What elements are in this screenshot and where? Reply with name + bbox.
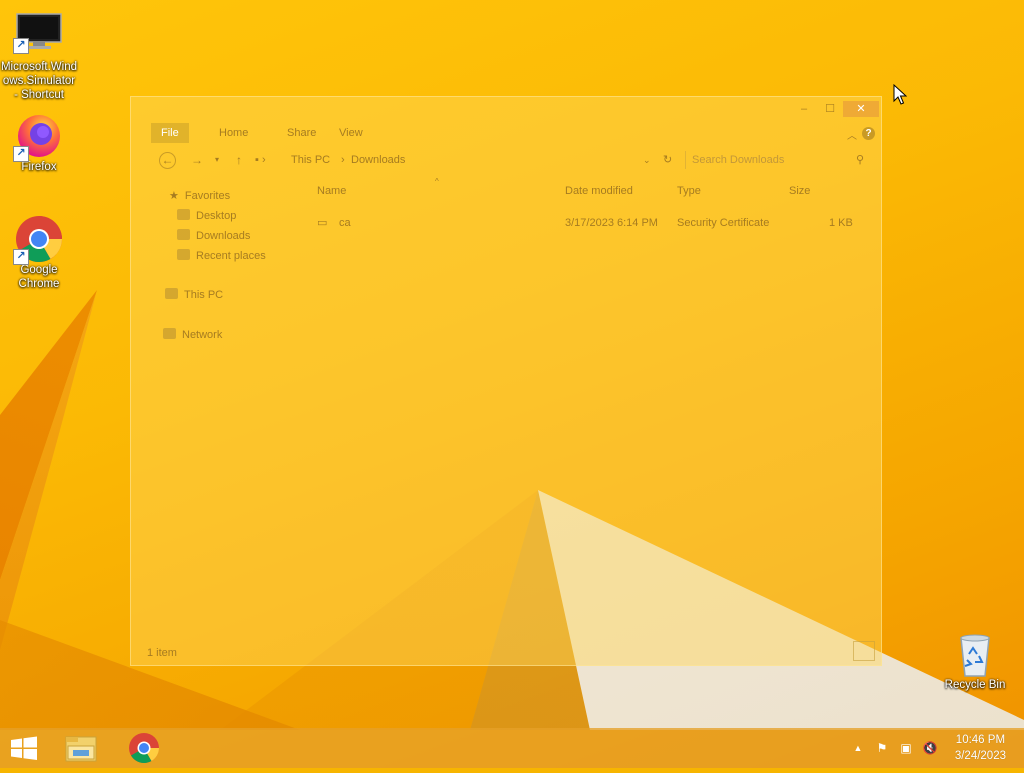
network-icon[interactable]: ▣ bbox=[898, 741, 914, 755]
nav-item-recent-places[interactable]: Recent places bbox=[177, 247, 266, 265]
star-icon: ★ bbox=[169, 190, 179, 202]
file-size: 1 KB bbox=[829, 217, 853, 229]
nav-item-label: Network bbox=[182, 329, 223, 341]
nav-item-label: This PC bbox=[184, 289, 224, 301]
shortcut-arrow-icon: ↗ bbox=[13, 146, 29, 162]
address-dropdown-icon[interactable]: ⌄ bbox=[643, 151, 651, 169]
file-date: 3/17/2023 6:14 PM bbox=[565, 217, 658, 229]
breadcrumb-downloads[interactable]: Downloads bbox=[351, 151, 405, 169]
breadcrumb-this-pc[interactable]: This PC bbox=[291, 151, 330, 169]
desktop-icon-simulator[interactable]: ↗ Microsoft.Windows.Simulator - Shortcut bbox=[0, 12, 78, 102]
nav-item-label: Favorites bbox=[184, 190, 231, 202]
computer-icon bbox=[165, 288, 178, 299]
column-header-name[interactable]: Name bbox=[317, 185, 346, 197]
address-bar: ← → ▾ ↑ ▪ › This PC › Downloads ⌄ ↻ ⚲ bbox=[149, 149, 875, 173]
desktop-folder-icon bbox=[177, 209, 190, 220]
desktop-icon-label: Recycle Bin bbox=[944, 679, 1006, 691]
taskbar: ▲ ⚑ ▣ 🔇 10:46 PM 3/24/2023 bbox=[0, 728, 1024, 768]
chrome-icon: ↗ bbox=[13, 215, 63, 265]
nav-item-downloads[interactable]: Downloads bbox=[177, 227, 250, 245]
shortcut-arrow-icon: ↗ bbox=[13, 249, 29, 265]
back-arrow-icon[interactable]: ← bbox=[159, 152, 176, 169]
forward-arrow-icon[interactable]: → bbox=[189, 152, 205, 168]
windows-logo-icon bbox=[11, 736, 37, 760]
tab-file[interactable]: File bbox=[151, 123, 189, 143]
details-view-icon[interactable] bbox=[853, 641, 875, 661]
taskbar-file-explorer[interactable] bbox=[56, 728, 104, 768]
firefox-icon: ↗ bbox=[13, 112, 63, 162]
help-icon[interactable]: ? bbox=[862, 127, 875, 140]
nav-item-label: Desktop bbox=[196, 210, 237, 222]
network-icon bbox=[163, 328, 176, 339]
start-button[interactable] bbox=[0, 728, 48, 768]
nav-item-this-pc[interactable]: This PC bbox=[165, 286, 223, 304]
chrome-icon bbox=[129, 733, 159, 764]
shortcut-arrow-icon: ↗ bbox=[13, 38, 29, 54]
file-name: ca bbox=[339, 217, 351, 229]
status-bar-text: 1 item bbox=[147, 647, 177, 659]
close-button[interactable]: ✕ bbox=[843, 101, 879, 117]
folder-icon: ▪ › bbox=[255, 154, 266, 166]
breadcrumb-separator: › bbox=[341, 154, 345, 166]
system-clock[interactable]: 10:46 PM 3/24/2023 bbox=[955, 732, 1006, 764]
search-box: ⚲ bbox=[685, 151, 868, 169]
action-center-flag-icon[interactable]: ⚑ bbox=[874, 741, 890, 755]
desktop-icon-firefox[interactable]: ↗ Firefox bbox=[0, 112, 79, 174]
desktop-icon-label: Google Chrome bbox=[18, 264, 60, 290]
column-header-size[interactable]: Size bbox=[789, 185, 810, 197]
taskbar-google-chrome[interactable] bbox=[120, 728, 168, 768]
nav-item-label: Recent places bbox=[196, 250, 266, 262]
clock-date: 3/24/2023 bbox=[954, 750, 1006, 762]
nav-item-network[interactable]: Network bbox=[163, 326, 222, 344]
up-arrow-icon[interactable]: ↑ bbox=[231, 152, 247, 168]
desktop-icon-recycle-bin[interactable]: Recycle Bin bbox=[935, 630, 1015, 692]
tab-share[interactable]: Share bbox=[277, 123, 326, 143]
file-explorer-window[interactable]: – ☐ ✕ File Home Share View ︿ ? ← → ▾ ↑ ▪… bbox=[130, 96, 882, 666]
window-titlebar[interactable]: – ☐ ✕ bbox=[131, 97, 881, 123]
search-icon[interactable]: ⚲ bbox=[856, 151, 864, 169]
certificate-icon: ▭ bbox=[317, 217, 328, 229]
monitor-icon: ↗ bbox=[13, 12, 63, 60]
sort-arrow-icon: ^ bbox=[435, 177, 439, 186]
recent-places-icon bbox=[177, 249, 190, 260]
show-hidden-icons-chevron[interactable]: ▲ bbox=[850, 741, 866, 755]
volume-muted-icon[interactable]: 🔇 bbox=[922, 741, 938, 755]
column-header-type[interactable]: Type bbox=[677, 185, 701, 197]
chevron-up-icon[interactable]: ︿ bbox=[847, 127, 857, 142]
file-type: Security Certificate bbox=[677, 217, 770, 229]
nav-item-favorites[interactable]: ★ Favorites bbox=[169, 187, 230, 205]
mouse-cursor-icon bbox=[893, 83, 908, 111]
nav-item-desktop[interactable]: Desktop bbox=[177, 207, 236, 225]
chevron-down-icon[interactable]: ▾ bbox=[209, 152, 225, 168]
ribbon-tabs: File Home Share View bbox=[149, 123, 881, 145]
desktop-icon-chrome[interactable]: ↗ Google Chrome bbox=[0, 215, 79, 291]
minimize-button[interactable]: – bbox=[791, 101, 817, 117]
tab-home[interactable]: Home bbox=[209, 123, 258, 143]
refresh-icon[interactable]: ↻ bbox=[663, 151, 672, 169]
table-row[interactable]: ▭ ca 3/17/2023 6:14 PM Security Certific… bbox=[317, 213, 857, 233]
clock-time: 10:46 PM bbox=[955, 734, 1006, 746]
column-header-date[interactable]: Date modified bbox=[565, 185, 633, 197]
desktop-icon-label: Microsoft.Windows.Simulator - Shortcut bbox=[0, 61, 78, 101]
nav-item-label: Downloads bbox=[196, 230, 251, 242]
tab-view[interactable]: View bbox=[329, 123, 373, 143]
folder-icon bbox=[65, 736, 97, 762]
desktop-icon-label: Firefox bbox=[21, 161, 57, 173]
search-input[interactable] bbox=[686, 153, 854, 167]
recycle-bin-icon bbox=[951, 630, 999, 678]
downloads-folder-icon bbox=[177, 229, 190, 240]
maximize-button[interactable]: ☐ bbox=[817, 101, 843, 117]
address-path[interactable]: ▪ › This PC › Downloads ⌄ ↻ bbox=[255, 151, 675, 169]
